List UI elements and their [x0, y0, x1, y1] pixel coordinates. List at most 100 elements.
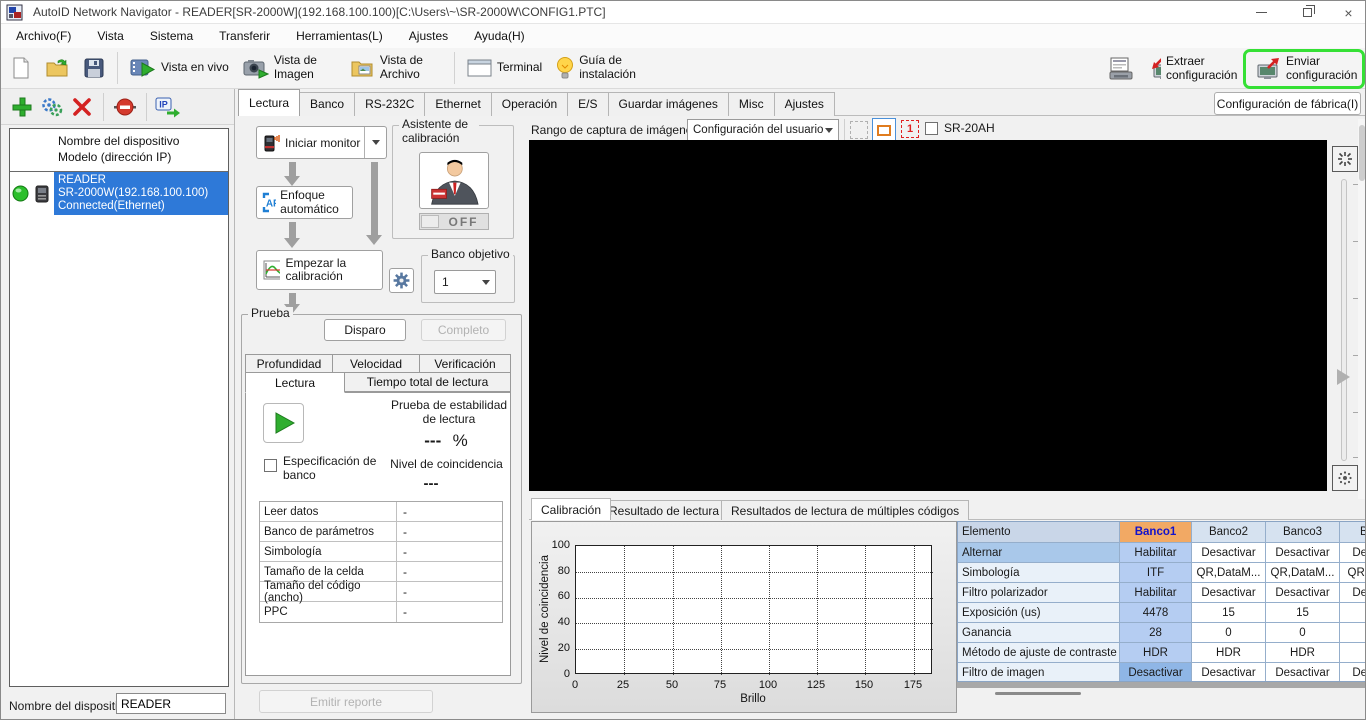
table-cell[interactable]: Desactivar	[1340, 663, 1365, 681]
table-cell[interactable]: Desactivar	[1340, 543, 1365, 563]
table-cell[interactable]: 15	[1266, 603, 1340, 623]
extract-config-button[interactable]: Extraer configuración	[1143, 50, 1239, 88]
table-cell[interactable]: Alternar	[958, 543, 1120, 563]
table-cell[interactable]: 15	[1340, 603, 1365, 623]
tab-verificacion[interactable]: Verificación	[419, 354, 511, 373]
table-cell[interactable]: QR,DataM...	[1340, 563, 1365, 583]
tab-profundidad[interactable]: Profundidad	[245, 354, 333, 373]
table-cell[interactable]: Desactivar	[1266, 583, 1340, 603]
menu-archivo[interactable]: Archivo(F)	[3, 26, 84, 46]
open-file-button[interactable]	[38, 49, 76, 87]
column-header-banco1[interactable]: Banco1	[1120, 522, 1192, 543]
file-view-button[interactable]: Vista de Archivo	[343, 49, 449, 87]
table-cell[interactable]: Método de ajuste de contraste	[958, 643, 1120, 663]
table-cell[interactable]: Ganancia	[958, 623, 1120, 643]
complete-button[interactable]: Completo	[421, 319, 506, 341]
emit-report-button[interactable]: Emitir reporte	[259, 690, 433, 713]
panel-divider[interactable]	[234, 89, 235, 719]
scrollbar-thumb[interactable]	[995, 692, 1081, 695]
trigger-button[interactable]: Disparo	[324, 319, 406, 341]
live-view-button[interactable]: Vista en vivo	[123, 49, 236, 87]
table-cell[interactable]: 0	[1192, 623, 1266, 643]
column-header-banco2[interactable]: Banco2	[1192, 522, 1266, 543]
factory-config-button[interactable]: Configuración de fábrica(I)	[1214, 92, 1361, 115]
column-header-banco4[interactable]: Banco4	[1340, 522, 1365, 543]
image-view-button[interactable]: Vista de Imagen	[236, 49, 343, 87]
table-cell[interactable]: 15	[1192, 603, 1266, 623]
table-cell[interactable]: Desactivar	[1340, 583, 1365, 603]
assistant-toggle[interactable]: OFF	[419, 213, 489, 230]
assistant-button[interactable]	[419, 152, 489, 209]
add-device-button[interactable]	[7, 93, 37, 121]
menu-sistema[interactable]: Sistema	[137, 26, 206, 46]
table-cell[interactable]: 0	[1266, 623, 1340, 643]
new-file-button[interactable]	[4, 49, 38, 87]
install-guide-button[interactable]: Guía de instalación	[549, 49, 656, 87]
menu-ajustes[interactable]: Ajustes	[396, 26, 461, 46]
menu-transferir[interactable]: Transferir	[206, 26, 283, 46]
device-name-input[interactable]	[116, 693, 226, 714]
table-cell[interactable]: Desactivar	[1192, 543, 1266, 563]
save-button[interactable]	[76, 49, 112, 87]
table-cell[interactable]: Filtro polarizador	[958, 583, 1120, 603]
table-cell[interactable]: Desactivar	[1192, 663, 1266, 681]
autofocus-button[interactable]: AF Enfoque automático	[256, 186, 353, 219]
delete-device-button[interactable]	[67, 93, 97, 121]
tab-ethernet[interactable]: Ethernet	[424, 92, 492, 116]
sync-devices-button[interactable]	[37, 93, 67, 121]
column-header[interactable]: Elemento	[958, 522, 1120, 543]
restore-button[interactable]	[1284, 1, 1330, 24]
tab-velocidad[interactable]: Velocidad	[332, 354, 420, 373]
tab-guardar-imagenes[interactable]: Guardar imágenes	[607, 92, 729, 116]
column-header-banco3[interactable]: Banco3	[1266, 522, 1340, 543]
ip-export-button[interactable]: IP	[153, 93, 183, 121]
menu-ayuda[interactable]: Ayuda(H)	[461, 26, 537, 46]
table-cell[interactable]: Desactivar	[1266, 543, 1340, 563]
capture-config-select[interactable]: Configuración del usuario	[687, 119, 839, 141]
table-cell[interactable]: Simbología	[958, 563, 1120, 583]
collapse-view-button[interactable]	[1332, 146, 1358, 172]
minimize-button[interactable]	[1238, 1, 1284, 24]
calibration-settings-button[interactable]	[389, 268, 414, 293]
menu-vista[interactable]: Vista	[84, 26, 136, 46]
table-cell[interactable]: Filtro de imagen	[958, 663, 1120, 681]
table-cell[interactable]: 28	[1120, 623, 1192, 643]
disconnect-button[interactable]	[110, 93, 140, 121]
report-button[interactable]	[1101, 50, 1143, 88]
table-cell[interactable]: ITF	[1120, 563, 1192, 583]
table-cell[interactable]: QR,DataM...	[1266, 563, 1340, 583]
terminal-button[interactable]: Terminal	[460, 49, 549, 87]
camera-image-view[interactable]	[529, 140, 1327, 491]
table-cell[interactable]: Habilitar	[1120, 583, 1192, 603]
menu-herramientas[interactable]: Herramientas(L)	[283, 26, 396, 46]
target-bank-select[interactable]: 1	[434, 270, 496, 294]
tab-resultado-lectura[interactable]: Resultado de lectura	[599, 500, 730, 520]
tab-lectura[interactable]: Lectura	[238, 89, 301, 116]
table-cell[interactable]: Exposición (us)	[958, 603, 1120, 623]
table-cell[interactable]: HDR	[1120, 643, 1192, 663]
tab-ajustes[interactable]: Ajustes	[773, 92, 835, 116]
marker-one-tool[interactable]: 1	[901, 120, 919, 138]
send-config-button[interactable]: Enviar configuración	[1249, 53, 1359, 85]
table-cell[interactable]: Desactivar	[1266, 663, 1340, 681]
table-cell[interactable]: Habilitar	[1120, 543, 1192, 563]
image-zoom-slider[interactable]	[1341, 179, 1347, 461]
sr20ah-checkbox[interactable]	[925, 121, 938, 135]
tab-misc[interactable]: Misc	[727, 92, 775, 116]
start-monitor-button[interactable]: Iniciar monitor	[257, 133, 364, 153]
tab-calibracion[interactable]: Calibración	[531, 498, 612, 520]
device-row[interactable]: READER SR-2000W(192.168.100.100) Connect…	[10, 172, 228, 215]
tab-rs232c[interactable]: RS-232C	[354, 92, 426, 116]
start-monitor-dropdown[interactable]	[364, 127, 386, 158]
tab-lectura-prueba[interactable]: Lectura	[245, 372, 345, 393]
close-button[interactable]: ×	[1330, 1, 1365, 24]
table-cell[interactable]: 0	[1340, 623, 1365, 643]
table-cell[interactable]: HDR	[1192, 643, 1266, 663]
table-cell[interactable]: 4478	[1120, 603, 1192, 623]
tab-es[interactable]: E/S	[567, 92, 609, 116]
run-test-button[interactable]	[263, 403, 304, 443]
tab-tiempo-total[interactable]: Tiempo total de lectura	[344, 372, 511, 392]
start-calibration-button[interactable]: Empezar la calibración	[256, 250, 383, 290]
tab-resultados-multiples[interactable]: Resultados de lectura de múltiples códig…	[721, 500, 970, 520]
table-cell[interactable]: HDR	[1266, 643, 1340, 663]
